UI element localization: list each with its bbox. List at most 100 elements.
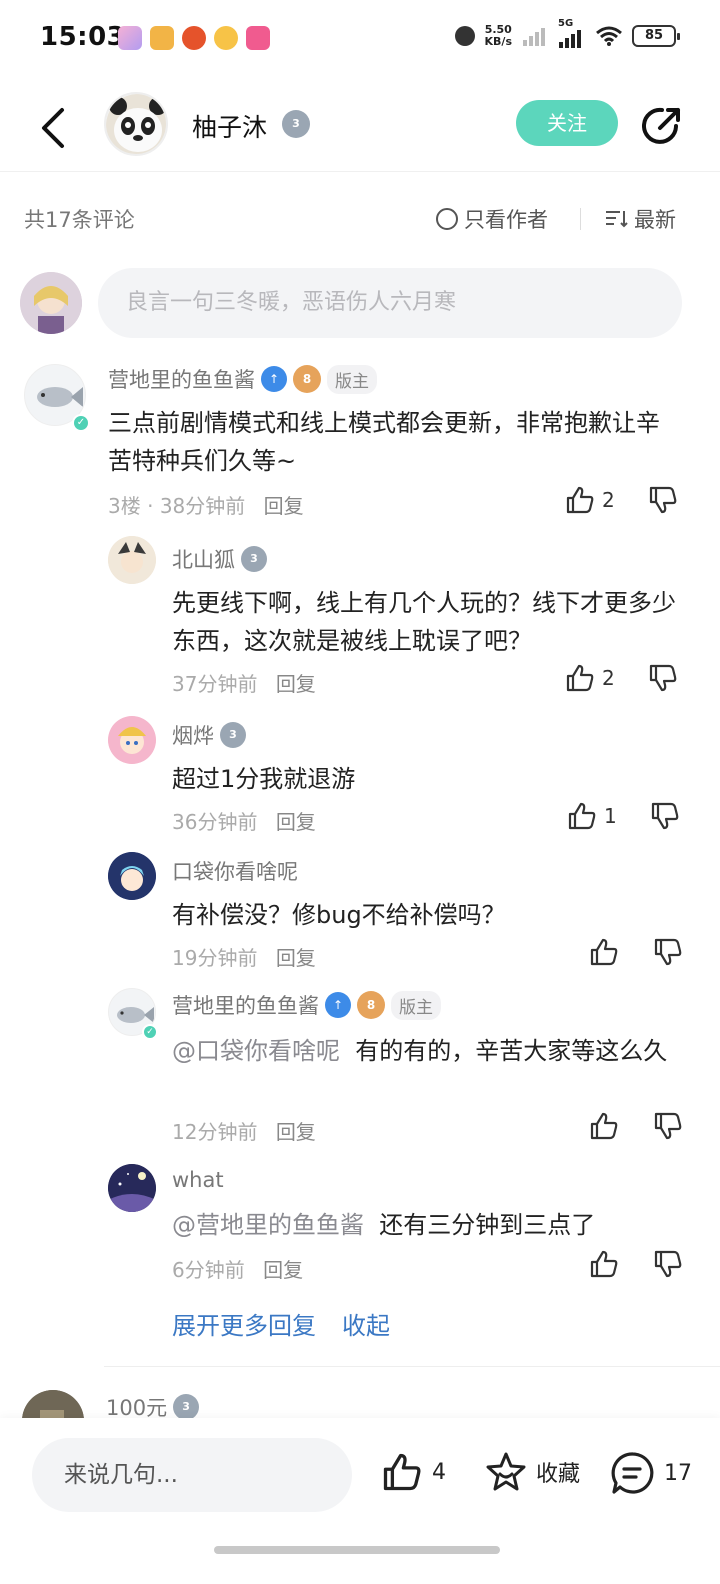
dislike-button[interactable]	[647, 662, 679, 694]
only-author-toggle[interactable]: 只看作者	[436, 204, 548, 234]
reply-username[interactable]: what	[172, 1168, 224, 1192]
reply-text: @营地里的鱼鱼酱 还有三分钟到三点了	[172, 1206, 680, 1244]
reply-username[interactable]: 北山狐	[172, 544, 235, 574]
reply-button[interactable]: 回复	[276, 810, 316, 834]
net-speed-unit: KB/s	[484, 35, 512, 48]
thumbs-up-icon	[590, 1250, 618, 1278]
chick-app-icon	[214, 26, 238, 50]
only-author-label: 只看作者	[464, 208, 548, 232]
reply-text: 有补偿没？修bug不给补偿吗？	[172, 901, 506, 929]
thumbs-down-icon	[649, 664, 677, 692]
home-indicator[interactable]	[214, 1546, 500, 1554]
sort-label: 最新	[634, 208, 676, 232]
author-avatar[interactable]	[104, 92, 168, 156]
like-button[interactable]	[588, 936, 620, 968]
dislike-button[interactable]	[652, 936, 684, 968]
like-button[interactable]	[588, 1248, 620, 1280]
back-icon[interactable]	[36, 106, 72, 150]
wifi-icon	[596, 26, 622, 46]
sort-toggle[interactable]: 最新	[604, 204, 676, 234]
reply-text: 超过1分我就退游	[172, 765, 356, 793]
reply-actions: 2	[564, 662, 679, 694]
reply-time: 36分钟前	[172, 810, 258, 834]
comment-actions: 2	[564, 484, 679, 516]
thumbs-up-icon	[590, 938, 618, 966]
reply-header: 营地里的鱼鱼酱 ↑ 8 版主	[172, 990, 441, 1020]
expand-more-button[interactable]: 展开更多回复	[172, 1306, 316, 1341]
reply-avatar[interactable]	[108, 716, 156, 764]
signal-5g-icon: 5G	[558, 18, 586, 48]
dislike-button[interactable]	[652, 1248, 684, 1280]
reply-avatar[interactable]	[108, 536, 156, 584]
author-level-badge: 3	[282, 110, 310, 138]
mention-link[interactable]: @营地里的鱼鱼酱	[172, 1211, 364, 1239]
reply-text: 先更线下啊，线上有几个人玩的？线下才更多少东西，这次就是被线上耽误了吧？	[172, 589, 676, 655]
divider	[580, 208, 581, 230]
like-button[interactable]: 2	[564, 662, 615, 694]
bilibili-app-icon	[246, 26, 270, 50]
comment-username[interactable]: 营地里的鱼鱼酱	[108, 364, 255, 394]
reply-button[interactable]: 回复	[264, 494, 304, 518]
thumbs-up-icon	[383, 1453, 421, 1491]
star-icon	[486, 1452, 526, 1491]
reply-button[interactable]: 回复	[276, 946, 316, 970]
my-avatar	[20, 272, 82, 334]
reply-button[interactable]: 回复	[276, 1120, 316, 1144]
comment-floor: 3楼	[108, 494, 141, 518]
status-bar: 15:03 5.50 KB/s 5G 85	[0, 0, 720, 80]
pumpkin-app-icon	[182, 26, 206, 50]
thumbs-up-icon	[568, 802, 596, 830]
signal-icon	[523, 28, 545, 46]
collapse-button[interactable]: 收起	[342, 1306, 390, 1341]
follow-button[interactable]: 关注	[516, 100, 618, 146]
like-button[interactable]: 2	[564, 484, 615, 516]
comments-button[interactable]: 17	[610, 1450, 692, 1496]
share-icon[interactable]	[640, 104, 684, 148]
favorite-button[interactable]: 收藏	[484, 1450, 580, 1494]
comment-divider	[104, 1366, 720, 1367]
status-time: 15:03	[40, 22, 126, 52]
reply-header: 北山狐 3	[172, 544, 267, 574]
dislike-button[interactable]	[647, 484, 679, 516]
bottom-comment-input[interactable]: 来说几句...	[32, 1438, 352, 1512]
comment-meta: 3楼 · 38分钟前 回复	[108, 490, 304, 519]
sort-icon	[606, 211, 628, 228]
comment-filter-bar: 共17条评论 只看作者 最新	[0, 196, 720, 240]
reply-meta: 36分钟前 回复	[172, 806, 316, 835]
reply-avatar[interactable]	[108, 852, 156, 900]
reply-username[interactable]: 口袋你看啥呢	[172, 856, 298, 886]
post-header: 柚子沐 3 关注	[0, 86, 720, 172]
like-button[interactable]: 1	[566, 800, 617, 832]
like-button[interactable]	[588, 1110, 620, 1142]
reply-actions	[588, 936, 684, 968]
reply-avatar[interactable]	[108, 1164, 156, 1212]
thumbs-down-icon	[654, 1250, 682, 1278]
reply-meta: 12分钟前 回复	[172, 1116, 316, 1145]
level-badge: 3	[220, 722, 246, 748]
crown-app-icon	[118, 26, 142, 50]
verified-icon: ✓	[142, 1024, 158, 1040]
favorite-label: 收藏	[536, 1462, 581, 1487]
upload-badge-icon: ↑	[261, 366, 287, 392]
panda-icon	[106, 94, 166, 154]
reply-button[interactable]: 回复	[263, 1258, 303, 1282]
notification-icons	[118, 26, 270, 50]
dislike-button[interactable]	[649, 800, 681, 832]
reply-button[interactable]: 回复	[276, 672, 316, 696]
reply-username[interactable]: 营地里的鱼鱼酱	[172, 990, 319, 1020]
reply-time: 6分钟前	[172, 1258, 245, 1282]
comment-input[interactable]: 良言一句三冬暖，恶语伤人六月寒	[98, 268, 682, 338]
dislike-button[interactable]	[652, 1110, 684, 1142]
comment-text: 三点前剧情模式和线上模式都会更新，非常抱歉让辛苦特种兵们久等~	[108, 409, 660, 475]
post-like-button[interactable]: 4	[380, 1450, 446, 1494]
author-name[interactable]: 柚子沐	[192, 108, 267, 144]
thumbs-down-icon	[654, 1112, 682, 1140]
reply-time: 12分钟前	[172, 1120, 258, 1144]
reply-username[interactable]: 烟烨	[172, 720, 214, 750]
moderator-tag: 版主	[327, 364, 377, 394]
level-badge: 3	[173, 1394, 200, 1420]
thumbs-down-icon	[649, 486, 677, 514]
thumbs-up-icon	[566, 664, 594, 692]
mention-link[interactable]: @口袋你看啥呢	[172, 1037, 340, 1065]
radio-circle-icon	[436, 208, 458, 230]
